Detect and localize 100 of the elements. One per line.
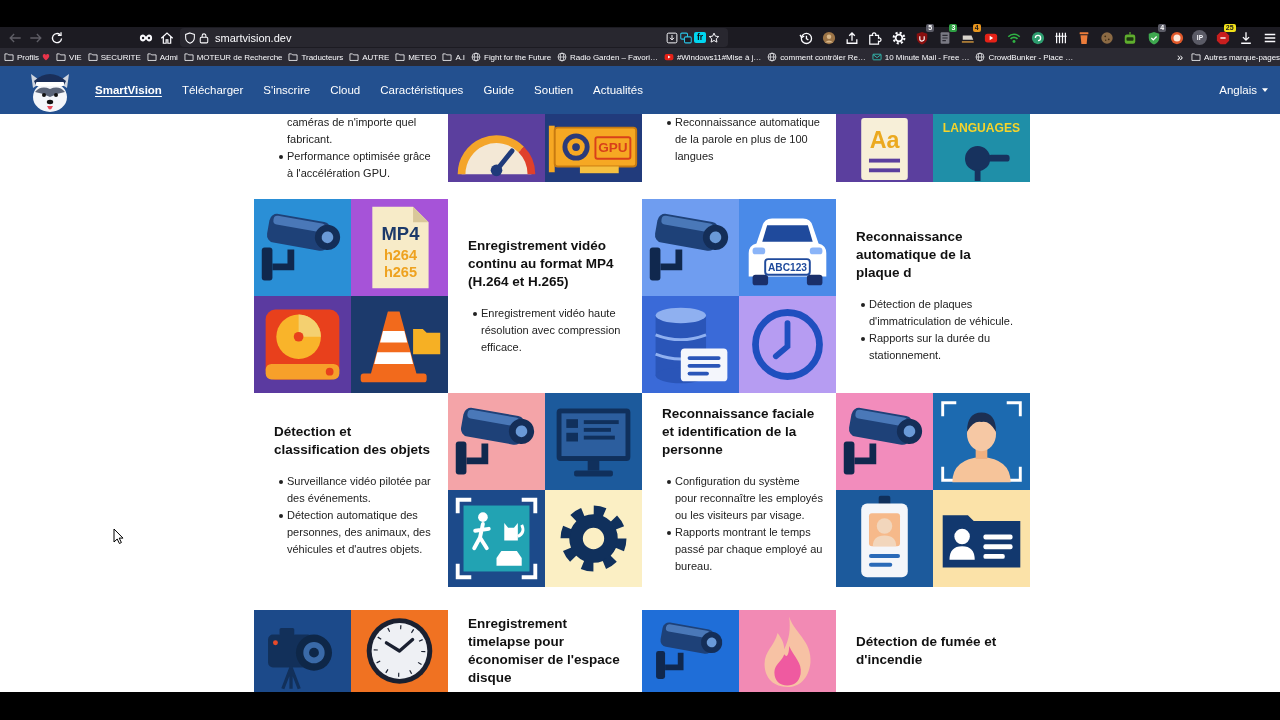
- bookmark-folder[interactable]: Traducteurs: [288, 49, 344, 65]
- document-icon: [680, 348, 728, 382]
- bullet-icon: [861, 337, 865, 341]
- security-camera-icon: [656, 621, 723, 679]
- shield-check-icon[interactable]: [1146, 30, 1161, 45]
- bookmark-link[interactable]: Fight for the Future: [471, 49, 552, 65]
- wall-clock-icon: [366, 618, 433, 684]
- feature-title: Enregistrement timelapse pour économiser de l'espace disque: [468, 615, 621, 687]
- car-icon: [748, 218, 827, 286]
- ring-icon[interactable]: [1169, 30, 1184, 45]
- address-bar[interactable]: smartvision.dev fr: [180, 28, 728, 47]
- bookmark-link[interactable]: CrowdBunker - Place …: [975, 49, 1074, 65]
- list-item-text: Rapports sur la durée du stationnement.: [869, 331, 992, 363]
- bookmark-folder[interactable]: AUTRE: [349, 49, 390, 65]
- avatar-icon[interactable]: [821, 30, 836, 45]
- bookmark-folder[interactable]: Autres marque-pages: [1191, 49, 1280, 65]
- bullet-icon: [861, 303, 865, 307]
- install-icon[interactable]: [666, 31, 678, 44]
- robot-icon[interactable]: [1123, 30, 1138, 45]
- video-camera-icon: [268, 628, 332, 691]
- folder-icon: [55, 52, 66, 62]
- microphone-icon: [965, 146, 1010, 181]
- bookmark-folder[interactable]: MOTEUR de Recherche: [183, 49, 283, 65]
- bookmark-folder[interactable]: A.I: [442, 49, 466, 65]
- upload-icon[interactable]: [845, 30, 860, 45]
- shield-icon[interactable]: [184, 31, 196, 44]
- globe-icon: [557, 52, 568, 62]
- bookmark-folder[interactable]: METEO: [395, 49, 437, 65]
- download-icon[interactable]: [1239, 30, 1254, 45]
- caret-icon: [1262, 88, 1268, 92]
- nav-link[interactable]: SmartVision: [95, 84, 162, 96]
- shield-icon[interactable]: [914, 30, 929, 45]
- cookie-icon[interactable]: [1100, 30, 1115, 45]
- lock-icon[interactable]: [198, 31, 210, 44]
- puzzle-icon[interactable]: [868, 30, 883, 45]
- language-badge[interactable]: fr: [694, 32, 706, 43]
- security-camera-icon: [261, 212, 341, 281]
- stop-icon[interactable]: [1216, 30, 1231, 45]
- languages-label: LANGUAGES: [942, 121, 1021, 136]
- file-icon: [372, 206, 429, 289]
- nav-link[interactable]: Télécharger: [181, 84, 244, 96]
- bullet-icon: [279, 479, 283, 484]
- monitor-icon: [556, 408, 631, 477]
- nav-link[interactable]: Caractéristiques: [380, 84, 464, 96]
- contact-folder-icon: [942, 515, 1021, 568]
- overflow-button[interactable]: »: [1176, 49, 1183, 65]
- translate-icon[interactable]: [680, 31, 692, 44]
- nav-link[interactable]: Soutien: [534, 84, 574, 96]
- bookmark-link[interactable]: #Windows11#Mise à j…: [663, 49, 762, 65]
- bars-icon[interactable]: [1053, 30, 1068, 45]
- folder-icon: [146, 52, 157, 62]
- list-item-text: Configuration du système pour reconnaître les employés ou les visiteurs par visage.: [675, 474, 823, 523]
- bookmark-link[interactable]: 10 Minute Mail - Free …: [871, 49, 970, 65]
- font-sample-text: Aa: [869, 127, 900, 153]
- format-label: MP4: [381, 222, 420, 244]
- star-icon[interactable]: [708, 31, 720, 44]
- list-item-text: Performance optimisée grâce à l'accélération GPU.: [287, 149, 432, 181]
- bookmark-folder[interactable]: Admi: [146, 49, 178, 65]
- folder-icon: [395, 52, 406, 62]
- bookmark-folder[interactable]: Profils: [4, 49, 50, 65]
- folder-icon: [4, 52, 14, 62]
- feature-title: Détection et classification des objets: [274, 422, 432, 459]
- license-plate-text: ABC123: [768, 261, 807, 273]
- nav-link[interactable]: Actualités: [593, 84, 643, 96]
- feature-title: Détection de fumée et d'incendie: [856, 633, 998, 669]
- clock-icon: [752, 309, 823, 380]
- bookmark-link[interactable]: Radio Garden – Favori…: [557, 49, 658, 65]
- trash-icon[interactable]: [1077, 30, 1091, 45]
- gear-icon: [560, 505, 627, 572]
- globe-icon: [975, 52, 986, 62]
- bookmark-folder[interactable]: SECURITE: [87, 49, 141, 65]
- nav-link[interactable]: Guide: [483, 84, 515, 96]
- settings-icon[interactable]: [891, 30, 906, 45]
- list-item-text: Détection de plaques d'immatriculation de véhicule.: [869, 297, 1014, 329]
- security-camera-icon: [455, 406, 535, 475]
- globe-icon: [471, 52, 482, 62]
- mouse-cursor-icon: [113, 528, 124, 544]
- nav-link[interactable]: S'inscrire: [263, 84, 311, 96]
- graphics-card-icon: [548, 125, 638, 174]
- language-dropdown[interactable]: Anglais: [1219, 84, 1268, 96]
- history-icon[interactable]: [798, 30, 813, 45]
- list-item-text: Enregistrement vidéo haute résolution avec compression efficace.: [481, 305, 622, 355]
- feature-text: caméras de n'importe quel fabricant.: [287, 115, 418, 147]
- person-scan-icon: [941, 401, 1022, 483]
- heart-icon: [41, 53, 50, 61]
- bookmark-folder[interactable]: VIE: [55, 49, 82, 65]
- folder-icon: [442, 52, 453, 62]
- folder-icon: [183, 52, 194, 62]
- format-label: h264: [383, 247, 418, 264]
- folder-icon: [1191, 52, 1201, 62]
- url-text: smartvision.dev: [215, 31, 292, 44]
- flame-icon: [764, 616, 811, 688]
- nav-link[interactable]: Cloud: [330, 84, 361, 96]
- reload-icon[interactable]: [49, 30, 64, 45]
- home-icon[interactable]: [159, 30, 174, 45]
- folder-icon: [349, 52, 360, 62]
- bullet-icon: [667, 531, 671, 535]
- format-label: h265: [383, 263, 418, 280]
- security-camera-icon: [649, 212, 729, 281]
- bookmark-link[interactable]: comment contrôler Re…: [767, 49, 866, 65]
